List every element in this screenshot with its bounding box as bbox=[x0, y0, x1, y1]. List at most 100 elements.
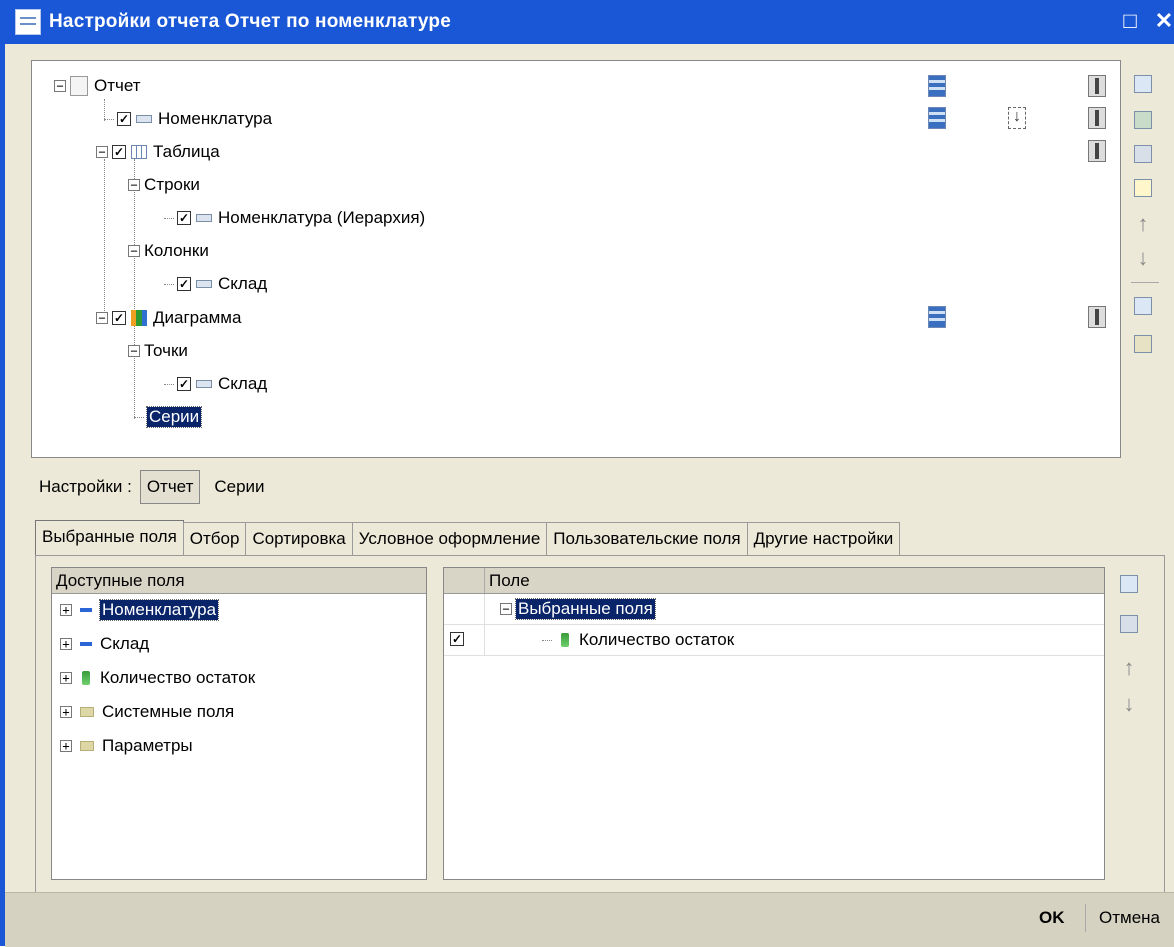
move-down-icon[interactable]: ↓ bbox=[1129, 244, 1157, 272]
available-field-item[interactable]: + Номенклатура bbox=[60, 598, 220, 622]
collapse-toggle[interactable]: − bbox=[128, 179, 140, 191]
field-icon bbox=[136, 115, 152, 123]
detail-records-icon[interactable] bbox=[1008, 107, 1026, 129]
tree-node-columns[interactable]: − Колонки bbox=[128, 239, 209, 263]
tree-connector bbox=[134, 159, 135, 419]
expand-toggle[interactable]: + bbox=[60, 706, 72, 718]
tree-node-series[interactable]: Серии bbox=[134, 405, 203, 429]
expand-toggle[interactable]: + bbox=[60, 740, 72, 752]
checkbox-checked[interactable]: ✓ bbox=[177, 211, 191, 225]
collapse-toggle[interactable]: − bbox=[500, 603, 512, 615]
tab-other-settings[interactable]: Другие настройки bbox=[746, 522, 901, 556]
dialog-footer bbox=[5, 892, 1174, 947]
settings-selector: Настройки : Отчет Серии bbox=[39, 470, 271, 504]
new-item-icon[interactable] bbox=[1129, 174, 1157, 202]
settings-icon[interactable] bbox=[1088, 107, 1106, 129]
available-field-label: Системные поля bbox=[102, 702, 235, 721]
settings-icon[interactable] bbox=[1088, 140, 1106, 162]
tab-user-fields[interactable]: Пользовательские поля bbox=[546, 522, 748, 556]
settings-report-button[interactable]: Отчет bbox=[139, 470, 201, 504]
collapse-toggle[interactable]: − bbox=[96, 146, 108, 158]
tab-selected-fields[interactable]: Выбранные поля bbox=[35, 520, 184, 556]
checkbox-checked[interactable]: ✓ bbox=[177, 377, 191, 391]
tree-connector bbox=[542, 639, 552, 641]
settings-series-button[interactable]: Серии bbox=[208, 471, 270, 503]
ok-button[interactable]: OK bbox=[1039, 908, 1065, 928]
tab-sorting[interactable]: Сортировка bbox=[245, 522, 353, 556]
available-field-item[interactable]: + Склад bbox=[60, 632, 149, 656]
cancel-button[interactable]: Отмена bbox=[1099, 908, 1160, 928]
field-icon bbox=[196, 380, 212, 388]
field-icon bbox=[196, 280, 212, 288]
available-field-label: Параметры bbox=[102, 736, 193, 755]
available-fields-header: Доступные поля bbox=[52, 568, 426, 594]
selected-field-row[interactable]: ✓ Количество остаток bbox=[444, 625, 1104, 656]
available-field-item[interactable]: + Количество остаток bbox=[60, 666, 255, 690]
tree-node-rows[interactable]: − Строки bbox=[128, 173, 200, 197]
available-field-item[interactable]: + Параметры bbox=[60, 734, 193, 758]
settings-icon[interactable] bbox=[1088, 306, 1106, 328]
tab-filter[interactable]: Отбор bbox=[182, 522, 247, 556]
selected-field-item[interactable]: Количество остаток bbox=[542, 628, 734, 652]
settings-icon[interactable] bbox=[1088, 75, 1106, 97]
checkbox-checked[interactable]: ✓ bbox=[112, 311, 126, 325]
selected-field-label: Количество остаток bbox=[579, 630, 735, 649]
move-up-icon[interactable]: ↑ bbox=[1115, 654, 1143, 682]
grouping-icon[interactable] bbox=[928, 75, 946, 97]
maximize-button[interactable]: □ bbox=[1117, 8, 1143, 34]
expand-toggle[interactable]: + bbox=[60, 638, 72, 650]
tree-connector bbox=[104, 159, 105, 319]
resource-icon bbox=[82, 671, 90, 685]
tree-node-table[interactable]: − ✓ Таблица bbox=[96, 140, 220, 164]
tab-conditional-format[interactable]: Условное оформление bbox=[351, 522, 548, 556]
delete-icon[interactable] bbox=[1129, 140, 1157, 168]
selected-fields-group-row[interactable]: − Выбранные поля bbox=[444, 594, 1104, 625]
tree-node-warehouse-column[interactable]: ✓ Склад bbox=[164, 272, 267, 296]
checkbox-checked[interactable]: ✓ bbox=[177, 277, 191, 291]
selected-fields-header: Поле bbox=[444, 568, 1104, 594]
tree-node-nomenclature-hierarchy[interactable]: ✓ Номенклатура (Иерархия) bbox=[164, 206, 425, 230]
move-up-icon[interactable]: ↑ bbox=[1129, 210, 1157, 238]
tree-connector bbox=[104, 118, 114, 120]
tree-node-points[interactable]: − Точки bbox=[128, 339, 188, 363]
tree-node-label: Номенклатура bbox=[158, 109, 273, 128]
checkbox-checked[interactable]: ✓ bbox=[112, 145, 126, 159]
available-field-item[interactable]: + Системные поля bbox=[60, 700, 234, 724]
tree-node-warehouse-point[interactable]: ✓ Склад bbox=[164, 372, 267, 396]
tree-node-label: Колонки bbox=[144, 241, 209, 260]
field-column-header: Поле bbox=[489, 570, 530, 590]
expand-toggle[interactable]: + bbox=[60, 604, 72, 616]
tree-node-report[interactable]: − Отчет bbox=[54, 74, 141, 98]
close-button[interactable]: ✕ bbox=[1151, 8, 1174, 34]
checkbox-checked[interactable]: ✓ bbox=[450, 632, 464, 646]
grouping-icon[interactable] bbox=[928, 306, 946, 328]
tree-node-label: Точки bbox=[144, 341, 188, 360]
group-icon[interactable] bbox=[1129, 106, 1157, 134]
report-structure-tree[interactable]: − Отчет ✓ Номенклатура − ✓ Таблица − Стр… bbox=[31, 60, 1121, 458]
tree-node-nomenclature[interactable]: ✓ Номенклатура bbox=[104, 107, 272, 131]
collapse-toggle[interactable]: − bbox=[54, 80, 66, 92]
checkbox-checked[interactable]: ✓ bbox=[117, 112, 131, 126]
tree-connector bbox=[134, 416, 144, 418]
delete-field-icon[interactable] bbox=[1115, 610, 1143, 638]
expand-toggle[interactable]: + bbox=[60, 672, 72, 684]
selected-fields-panel[interactable]: Поле − Выбранные поля ✓ Количество остат… bbox=[443, 567, 1105, 880]
tree-node-chart[interactable]: − ✓ Диаграмма bbox=[96, 306, 241, 330]
available-fields-panel[interactable]: Доступные поля + Номенклатура + Склад + … bbox=[51, 567, 427, 880]
collapse-toggle[interactable]: − bbox=[96, 312, 108, 324]
collapse-toggle[interactable]: − bbox=[128, 245, 140, 257]
move-down-icon[interactable]: ↓ bbox=[1115, 690, 1143, 718]
selected-group[interactable]: − Выбранные поля bbox=[500, 597, 656, 621]
title-bar[interactable]: Настройки отчета Отчет по номенклатуре □… bbox=[5, 0, 1174, 44]
collapse-toggle[interactable]: − bbox=[128, 345, 140, 357]
export-settings-icon[interactable] bbox=[1129, 330, 1157, 358]
tree-node-label: Таблица bbox=[153, 142, 220, 161]
restore-settings-icon[interactable] bbox=[1129, 292, 1157, 320]
add-field-icon[interactable] bbox=[1115, 570, 1143, 598]
chart-icon bbox=[131, 310, 147, 326]
report-settings-window: Настройки отчета Отчет по номенклатуре □… bbox=[0, 0, 1174, 947]
grouping-icon[interactable] bbox=[928, 107, 946, 129]
add-grouping-icon[interactable] bbox=[1129, 70, 1157, 98]
report-node-icon bbox=[70, 76, 88, 96]
report-icon bbox=[15, 9, 41, 35]
